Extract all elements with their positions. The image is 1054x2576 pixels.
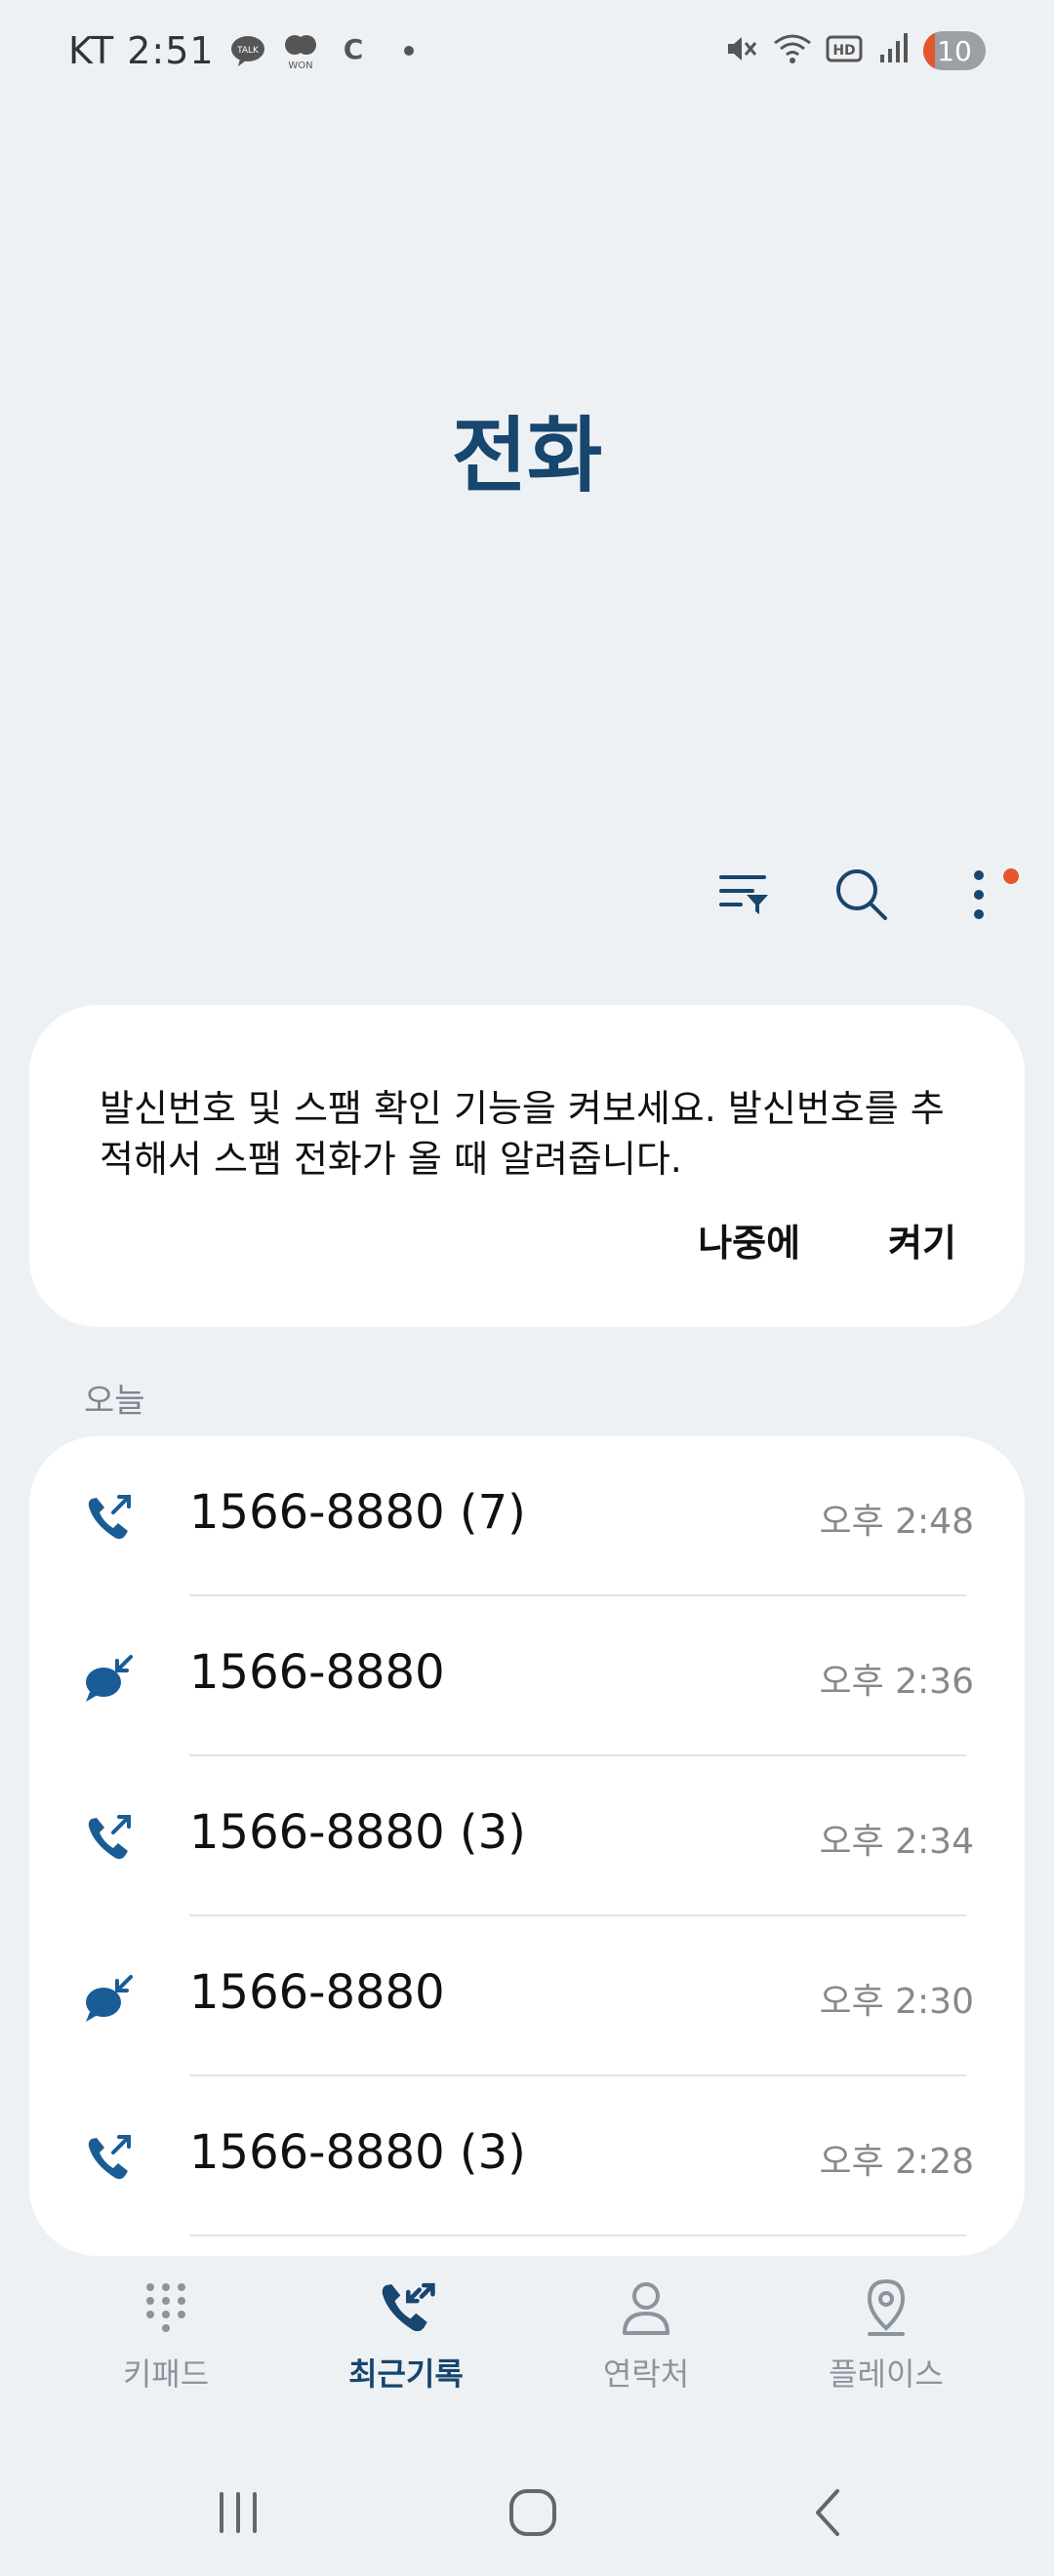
hd-voice-icon: HD	[826, 29, 865, 72]
more-options-button[interactable]	[943, 859, 1019, 931]
wifi-icon	[771, 29, 814, 72]
won-app-icon: WON	[281, 31, 320, 70]
divider	[189, 2234, 966, 2236]
keypad-icon	[132, 2274, 200, 2342]
svg-text:WON: WON	[288, 60, 312, 70]
call-number: 1566-8880 (3)	[189, 2125, 526, 2180]
kakaotalk-icon: TALK	[228, 31, 267, 70]
back-icon	[816, 2489, 839, 2536]
battery-indicator: 10	[923, 31, 986, 70]
call-row[interactable]: 1566-8880 오후 2:30	[29, 1916, 1025, 2076]
c-app-icon: C	[334, 31, 373, 70]
status-time: KT 2:51	[68, 29, 215, 72]
bottom-navigation: 키패드 최근기록 연락처 플레이스	[0, 2274, 1054, 2420]
status-right: HD 10	[720, 29, 986, 72]
mute-icon	[720, 29, 759, 72]
toolbar	[709, 859, 1019, 931]
home-icon	[509, 2489, 556, 2536]
outgoing-call-icon	[88, 1495, 131, 1540]
notice-text: 발신번호 및 스팸 확인 기능을 켜보세요. 발신번호를 추적해서 스팸 전화가…	[100, 1087, 945, 1181]
call-time: 오후 2:28	[819, 2142, 974, 2182]
call-row[interactable]: 1566-8880 (3) 오후 2:34	[29, 1756, 1025, 1916]
filter-icon	[719, 875, 768, 914]
call-time: 오후 2:30	[819, 1982, 974, 2022]
outgoing-call-icon	[88, 1815, 131, 1860]
status-bar: KT 2:51 TALK WON C HD 10	[0, 0, 1054, 109]
svg-text:TALK: TALK	[236, 46, 260, 56]
recents-icon	[372, 2274, 440, 2342]
svg-text:HD: HD	[832, 43, 855, 59]
notice-actions: 나중에 켜기	[698, 1213, 956, 1267]
caller-id-notice-card: 발신번호 및 스팸 확인 기능을 켜보세요. 발신번호를 추적해서 스팸 전화가…	[29, 1005, 1025, 1327]
call-time: 오후 2:36	[819, 1662, 974, 1702]
more-notifications-dot	[403, 46, 414, 56]
nav-keypad[interactable]: 키패드	[59, 2274, 273, 2395]
call-number: 1566-8880 (7)	[189, 1485, 526, 1540]
contacts-icon	[612, 2274, 680, 2342]
svg-text:C: C	[343, 33, 363, 65]
notification-badge	[1003, 868, 1019, 884]
nav-recents-label: 최근기록	[348, 2355, 464, 2393]
call-time: 오후 2:34	[819, 1822, 974, 1862]
message-received-icon	[86, 1975, 133, 2022]
call-row[interactable]: 1566-8880 (7) 오후 2:48	[29, 1436, 1025, 1596]
call-time: 오후 2:48	[819, 1502, 974, 1542]
signal-icon	[876, 29, 912, 72]
message-received-icon	[86, 1655, 133, 1702]
outgoing-call-icon	[88, 2135, 131, 2180]
call-number: 1566-8880	[189, 1645, 445, 1700]
nav-contacts-label: 연락처	[602, 2355, 690, 2393]
section-label-today: 오늘	[84, 1382, 145, 1421]
more-icon	[974, 870, 984, 919]
recent-apps-button[interactable]	[199, 2478, 277, 2547]
call-row[interactable]: 1566-8880 오후 2:36	[29, 1596, 1025, 1756]
enable-button[interactable]: 켜기	[888, 1213, 956, 1267]
recent-calls-list: 1566-8880 (7) 오후 2:48 1566-8880 오후 2:36 …	[29, 1436, 1025, 2256]
back-button[interactable]	[789, 2478, 867, 2547]
status-left: KT 2:51 TALK WON C	[68, 29, 414, 72]
nav-keypad-label: 키패드	[122, 2355, 210, 2393]
page-title: 전화	[451, 408, 603, 503]
search-button[interactable]	[826, 859, 898, 931]
location-pin-icon	[852, 2274, 920, 2342]
call-number: 1566-8880 (3)	[189, 1805, 526, 1860]
home-button[interactable]	[494, 2478, 572, 2547]
later-button[interactable]: 나중에	[698, 1213, 800, 1267]
search-icon	[836, 869, 887, 920]
system-navigation-bar	[0, 2459, 1054, 2556]
nav-recents[interactable]: 최근기록	[299, 2274, 513, 2395]
battery-level: 10	[937, 34, 972, 67]
call-row[interactable]: 1566-8880 (3) 오후 2:28	[29, 2076, 1025, 2236]
nav-contacts[interactable]: 연락처	[539, 2274, 753, 2395]
filter-button[interactable]	[709, 859, 781, 931]
call-number: 1566-8880	[189, 1965, 445, 2020]
nav-places[interactable]: 플레이스	[779, 2274, 993, 2395]
recent-apps-icon	[220, 2492, 257, 2533]
nav-places-label: 플레이스	[829, 2355, 944, 2393]
